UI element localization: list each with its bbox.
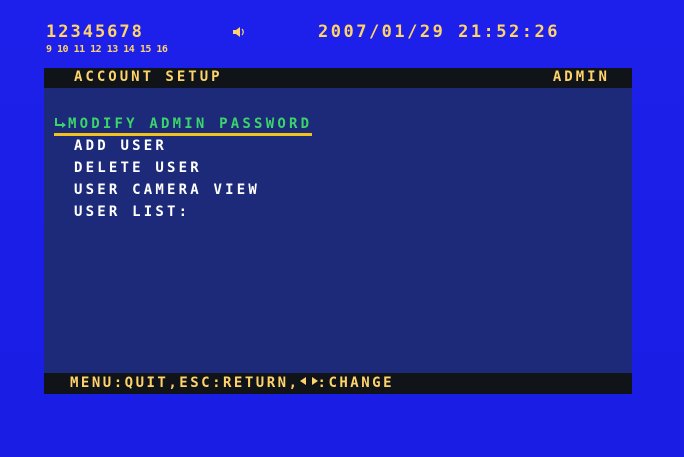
left-right-arrows-icon [299,377,318,385]
account-menu: MODIFY ADMIN PASSWORD ADD USER DELETE US… [54,116,313,226]
dvr-screen: 12345678 9 10 11 12 13 14 15 16 2007/01/… [0,0,684,457]
selected-item-highlight: MODIFY ADMIN PASSWORD [54,116,313,136]
key-hint-suffix: :CHANGE [317,375,395,391]
camera-channels-row-1: 12345678 [46,22,144,42]
title-bar: ACCOUNT SETUP ADMIN [44,68,632,88]
menu-item-user-camera-view[interactable]: USER CAMERA VIEW [54,182,312,204]
menu-item-modify-admin-password[interactable]: MODIFY ADMIN PASSWORD [54,116,313,138]
menu-item-add-user[interactable]: ADD USER [54,138,312,160]
menu-item-label: DELETE USER [74,160,202,176]
account-setup-panel: ACCOUNT SETUP ADMIN MODIFY ADMIN PASSWOR… [44,68,632,394]
help-bar: MENU:QUIT,ESC:RETURN, :CHANGE [44,373,632,394]
key-hint: MENU:QUIT,ESC:RETURN, :CHANGE [70,375,394,391]
menu-item-label: ADD USER [74,138,168,154]
key-hint-prefix: MENU:QUIT,ESC:RETURN, [70,375,300,391]
camera-channels-row-2: 9 10 11 12 13 14 15 16 [46,44,168,55]
current-user-label: ADMIN [552,69,610,85]
menu-item-label: MODIFY ADMIN PASSWORD [68,116,313,132]
menu-item-delete-user[interactable]: DELETE USER [54,160,312,182]
menu-item-label: USER LIST: [74,204,191,220]
date-time-display: 2007/01/29 21:52:26 [318,22,560,42]
page-title: ACCOUNT SETUP [74,69,223,85]
menu-item-label: USER CAMERA VIEW [74,182,261,198]
menu-item-user-list[interactable]: USER LIST: [54,204,312,226]
speaker-icon [233,27,244,37]
enter-arrow-icon [55,118,66,128]
